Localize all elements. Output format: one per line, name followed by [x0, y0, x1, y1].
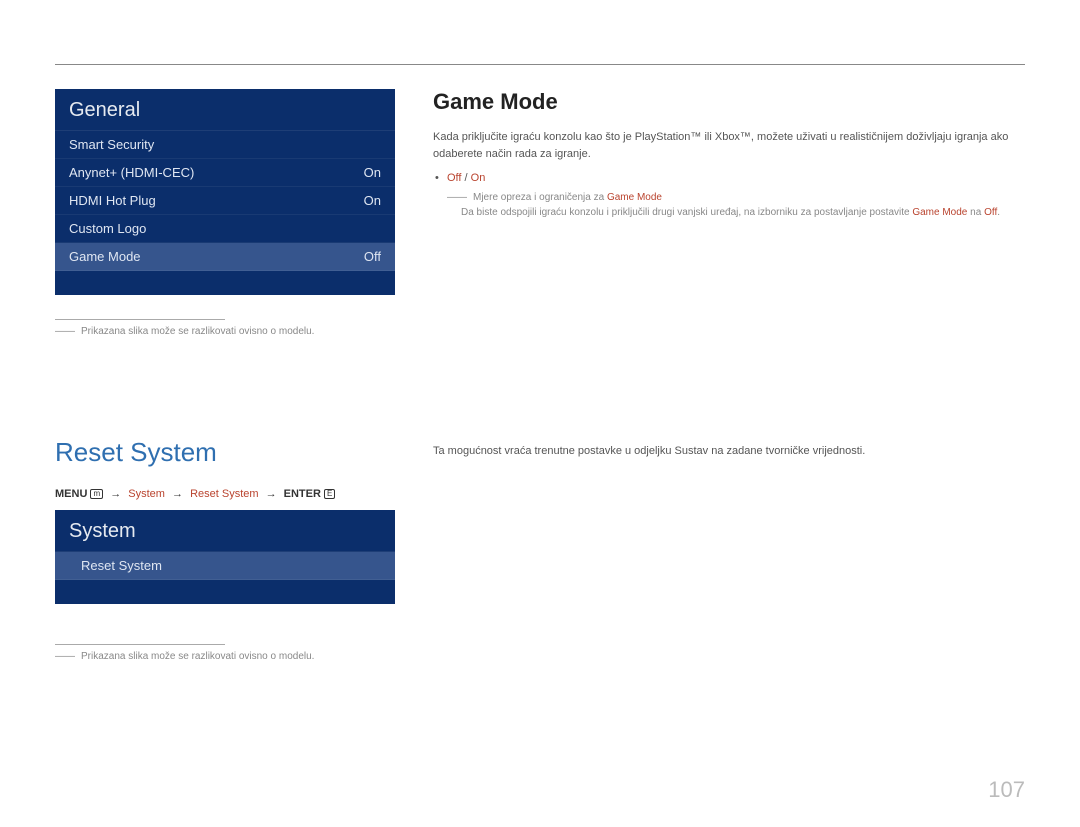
- menu-label: Custom Logo: [69, 221, 146, 236]
- arrow-icon: →: [110, 488, 121, 500]
- note-dash: ――: [447, 192, 467, 203]
- reset-desc: Ta mogućnost vraća trenutne postavke u o…: [433, 437, 1025, 457]
- menu-value: Off: [364, 249, 381, 264]
- footnote-dash: ――: [55, 326, 75, 337]
- note2-pre: Da biste odspojili igraću konzolu i prik…: [461, 207, 912, 218]
- arrow-icon: →: [266, 488, 277, 500]
- menu-value: On: [364, 193, 381, 208]
- note1-term: Game Mode: [607, 192, 662, 203]
- game-mode-desc: Kada priključite igraću konzolu kao što …: [433, 129, 1025, 162]
- footnote-general: ―― Prikazana slika može se razlikovati ov…: [55, 326, 395, 337]
- menu-label: Anynet+ (HDMI-CEC): [69, 165, 194, 180]
- bc-system: System: [128, 488, 165, 500]
- note2-end: Off: [984, 207, 997, 218]
- note2-mid: Game Mode: [912, 207, 967, 218]
- menu-row-hdmi-hotplug[interactable]: HDMI Hot Plug On: [55, 187, 395, 215]
- menu-label: Game Mode: [69, 249, 141, 264]
- arrow-icon: →: [172, 488, 183, 500]
- menu-label: Smart Security: [69, 137, 154, 152]
- separator-line: [55, 319, 225, 320]
- menu-label: HDMI Hot Plug: [69, 193, 156, 208]
- system-menu-box: System Reset System: [55, 510, 395, 604]
- note2-dot: .: [997, 207, 1000, 218]
- option-on: On: [471, 172, 486, 184]
- menu-footer: [55, 580, 395, 604]
- note2-mid2: na: [967, 207, 984, 218]
- menu-footer: [55, 271, 395, 295]
- menu-value: On: [364, 165, 381, 180]
- footnote-reset: ―― Prikazana slika može se razlikovati ov…: [55, 651, 395, 662]
- menu-row-game-mode[interactable]: Game Mode Off: [55, 243, 395, 271]
- system-menu-title: System: [55, 510, 395, 552]
- page-number: 107: [988, 777, 1025, 803]
- separator-line: [55, 644, 225, 645]
- bc-reset: Reset System: [190, 488, 258, 500]
- reset-system-heading: Reset System: [55, 437, 395, 468]
- footnote-text: Prikazana slika može se razlikovati ovis…: [81, 326, 314, 337]
- bc-menu: MENU: [55, 488, 87, 500]
- menu-row-reset-system[interactable]: Reset System: [55, 552, 395, 580]
- menu-label: Reset System: [81, 558, 162, 573]
- menu-row-custom-logo[interactable]: Custom Logo: [55, 215, 395, 243]
- game-mode-options: Off / On: [433, 172, 1025, 184]
- general-menu-box: General Smart Security Anynet+ (HDMI-CEC…: [55, 89, 395, 295]
- footnote-text: Prikazana slika može se razlikovati ovis…: [81, 651, 314, 662]
- footnote-dash: ――: [55, 651, 75, 662]
- enter-icon: E: [324, 489, 335, 499]
- menu-row-smart-security[interactable]: Smart Security: [55, 131, 395, 159]
- option-sep: /: [461, 172, 470, 184]
- game-mode-heading: Game Mode: [433, 89, 1025, 115]
- menu-row-anynet[interactable]: Anynet+ (HDMI-CEC) On: [55, 159, 395, 187]
- breadcrumb: MENU m → System → Reset System → ENTER E: [55, 488, 395, 500]
- general-menu-title: General: [55, 89, 395, 131]
- menu-icon: m: [90, 489, 103, 499]
- bc-enter: ENTER: [284, 488, 321, 500]
- note1-pre: Mjere opreza i ograničenja za: [473, 192, 607, 203]
- game-mode-note1: ―― Mjere opreza i ograničenja za Game Mod…: [433, 190, 1025, 205]
- option-off: Off: [447, 172, 461, 184]
- game-mode-note2: Da biste odspojili igraću konzolu i prik…: [433, 205, 1025, 220]
